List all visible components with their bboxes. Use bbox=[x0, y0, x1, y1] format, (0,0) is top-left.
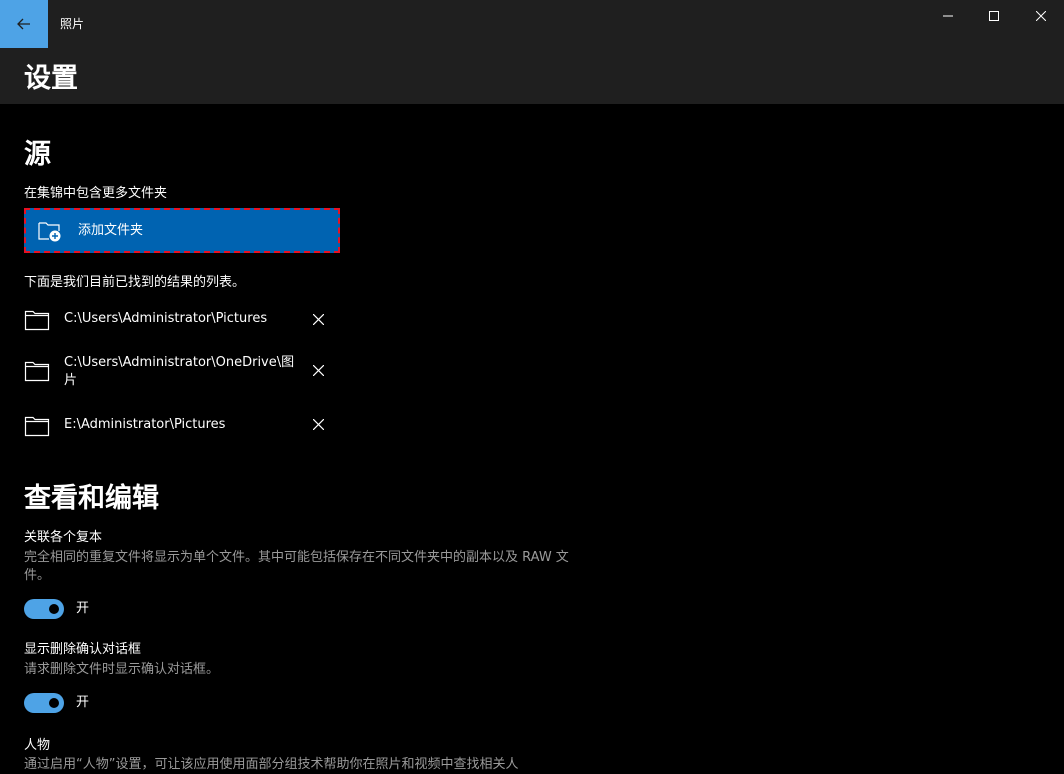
remove-folder-button[interactable] bbox=[310, 311, 326, 327]
include-folders-label: 在集锦中包含更多文件夹 bbox=[24, 186, 168, 201]
link-copies-label: 关联各个复本 bbox=[24, 530, 103, 545]
add-folder-button[interactable]: 添加文件夹 bbox=[24, 208, 340, 253]
link-copies-toggle[interactable] bbox=[24, 599, 64, 619]
page-header bbox=[0, 48, 1064, 104]
folder-item: E:\Administrator\Pictures bbox=[24, 414, 334, 438]
maximize-button[interactable] bbox=[971, 0, 1017, 32]
minimize-icon bbox=[943, 15, 953, 17]
folder-path: C:\Users\Administrator\OneDrive\图片 bbox=[64, 355, 295, 388]
link-copies-description: 完全相同的重复文件将显示为单个文件。其中可能包括保存在不同文件夹中的副本以及 R… bbox=[24, 550, 569, 583]
close-icon bbox=[312, 313, 324, 325]
add-folder-label: 添加文件夹 bbox=[78, 222, 144, 238]
toggle-knob bbox=[49, 604, 59, 614]
remove-folder-button[interactable] bbox=[310, 362, 326, 378]
folder-path: E:\Administrator\Pictures bbox=[64, 417, 226, 432]
delete-confirm-state: 开 bbox=[76, 695, 90, 710]
back-button[interactable] bbox=[0, 0, 48, 48]
toggle-knob bbox=[49, 698, 59, 708]
folder-icon bbox=[24, 361, 50, 382]
folder-list-caption: 下面是我们目前已找到的结果的列表。 bbox=[24, 275, 246, 290]
remove-folder-button[interactable] bbox=[310, 416, 326, 432]
delete-confirm-toggle[interactable] bbox=[24, 693, 64, 713]
folder-path: C:\Users\Administrator\Pictures bbox=[64, 311, 268, 326]
section-title-sources: 源 bbox=[24, 139, 51, 170]
close-icon bbox=[312, 364, 324, 376]
close-icon bbox=[312, 418, 324, 430]
folder-item: C:\Users\Administrator\Pictures bbox=[24, 308, 334, 332]
delete-confirm-label: 显示删除确认对话框 bbox=[24, 642, 142, 657]
people-description: 通过启用“人物”设置，可让该应用使用面部分组技术帮助你在照片和视频中查找相关人 bbox=[24, 757, 519, 772]
close-icon bbox=[1036, 11, 1046, 21]
add-folder-icon bbox=[36, 217, 64, 245]
delete-confirm-description: 请求删除文件时显示确认对话框。 bbox=[24, 662, 220, 677]
app-title: 照片 bbox=[60, 17, 85, 31]
folder-icon bbox=[24, 416, 50, 437]
folder-item: C:\Users\Administrator\OneDrive\图片 bbox=[24, 355, 334, 388]
close-button[interactable] bbox=[1018, 0, 1064, 32]
minimize-button[interactable] bbox=[925, 0, 971, 32]
people-label: 人物 bbox=[24, 738, 51, 753]
section-title-view-edit: 查看和编辑 bbox=[24, 483, 159, 514]
page-title: 设置 bbox=[24, 63, 78, 94]
maximize-icon bbox=[989, 11, 999, 21]
folder-icon bbox=[24, 310, 50, 331]
title-bar: 照片 bbox=[0, 0, 1064, 48]
link-copies-state: 开 bbox=[76, 601, 90, 616]
back-arrow-icon bbox=[17, 18, 30, 30]
